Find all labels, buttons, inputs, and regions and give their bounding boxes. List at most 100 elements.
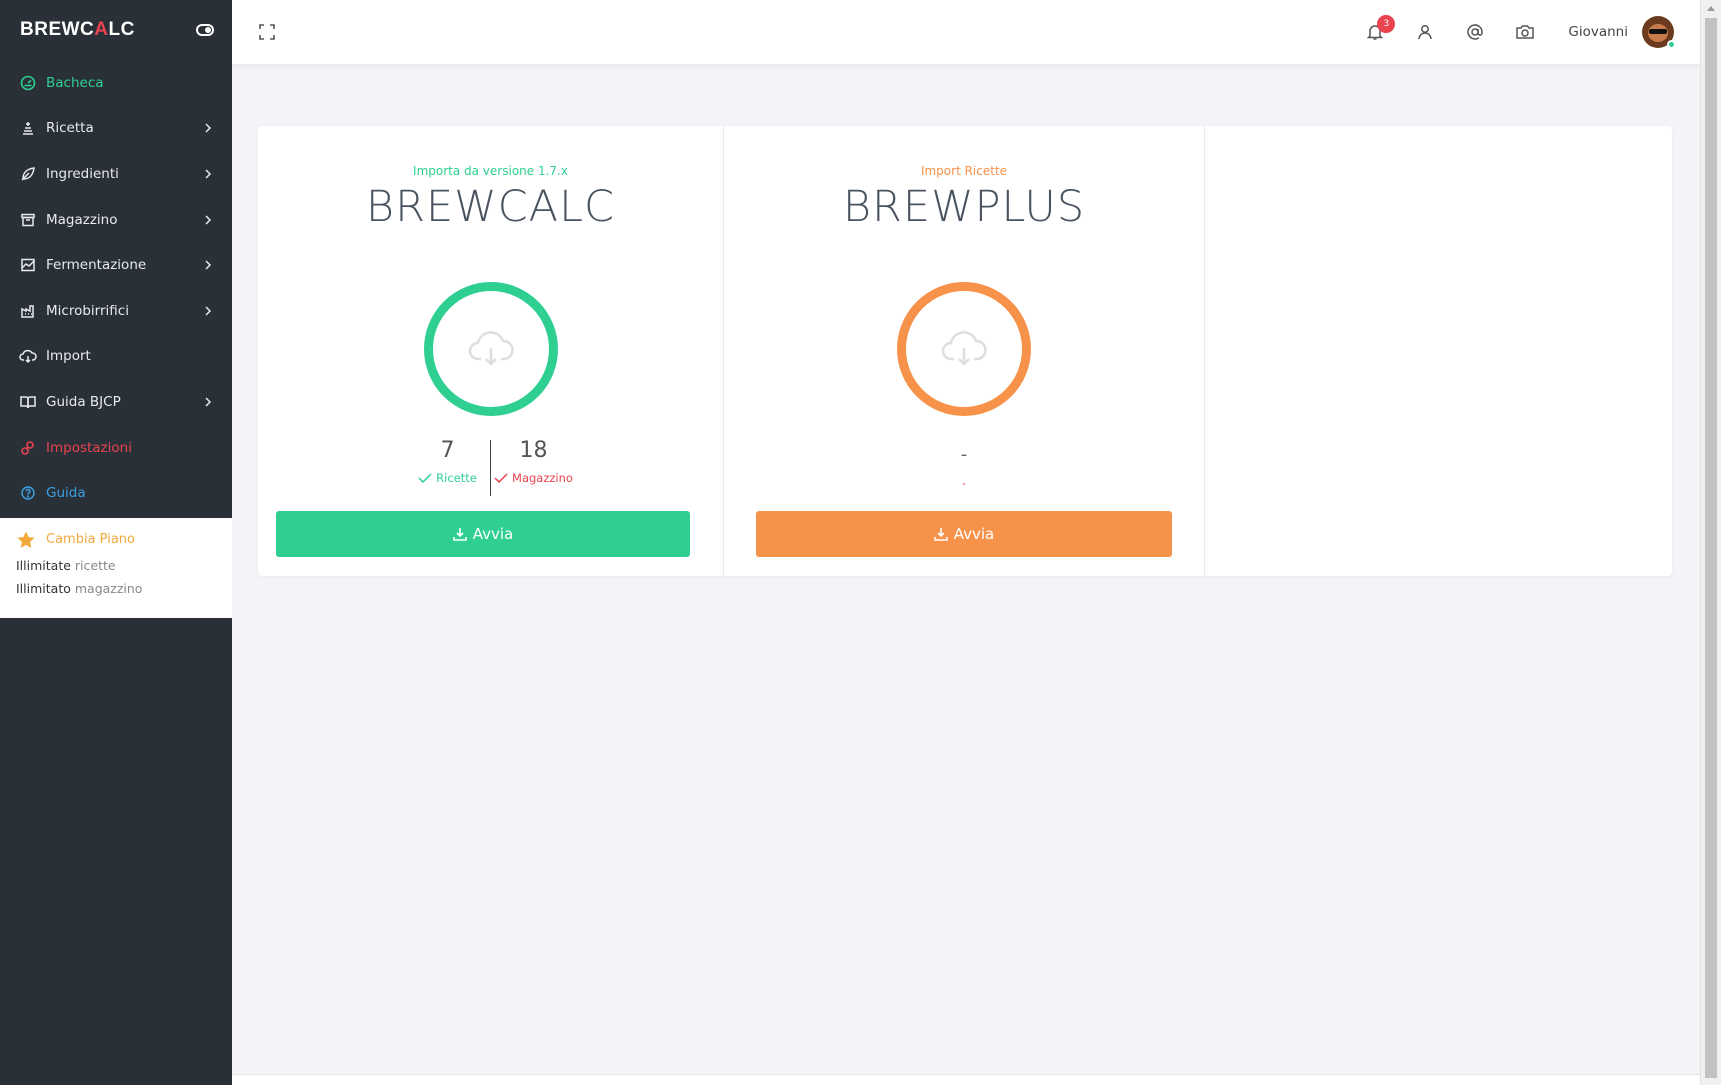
user-name[interactable]: Giovanni [1568, 24, 1628, 40]
brewcalc-progress-ring [423, 282, 558, 416]
brewplus-stat-label: - [962, 477, 966, 490]
empty-panel [1205, 126, 1672, 576]
brewplus-start-label: Avvia [953, 525, 995, 543]
screenshot-button[interactable] [1500, 12, 1550, 52]
fullscreen-icon[interactable] [258, 23, 276, 41]
brewcalc-import-panel: Importa da versione 1.7.x BREWCALC 7 Ric… [258, 126, 724, 576]
logo-text-end: LC [108, 19, 135, 40]
brewcalc-start-label: Avvia [472, 525, 514, 543]
sidebar-item-magazzino[interactable]: Magazzino [0, 197, 232, 243]
at-sign-icon [1467, 24, 1484, 40]
warehouse-stat: 18 Magazzino [491, 438, 576, 496]
logo-text-start: BREWC [20, 19, 95, 40]
notifications-button[interactable]: 3 [1350, 12, 1400, 52]
sidebar-item-impostazioni[interactable]: Impostazioni [0, 425, 232, 471]
import-card: Importa da versione 1.7.x BREWCALC 7 Ric… [258, 126, 1672, 576]
sidebar-item-label: Microbirrifici [46, 302, 129, 319]
mentions-button[interactable] [1450, 12, 1500, 52]
sidebar-item-label: Import [46, 348, 91, 365]
sidebar-item-label: Ricetta [46, 120, 94, 137]
camera-icon [1516, 25, 1535, 39]
topbar-actions: 3 Giovanni [1350, 12, 1676, 52]
chevron-right-icon [202, 122, 214, 134]
topbar: 3 Giovanni [232, 0, 1700, 64]
page-scrollbar[interactable] [1700, 0, 1721, 1085]
scrollbar-thumb[interactable] [1705, 18, 1717, 1078]
chevron-right-icon [202, 168, 214, 180]
sidebar: BREWCALC Bacheca Ricetta Ingredienti Mag… [0, 0, 232, 1085]
change-plan-link[interactable]: Cambia Piano [16, 530, 218, 550]
sidebar-item-label: Impostazioni [46, 439, 132, 456]
chart-area-icon [18, 255, 38, 275]
user-avatar-button[interactable] [1642, 16, 1676, 49]
change-plan-label: Cambia Piano [46, 532, 135, 548]
check-icon [494, 473, 508, 483]
sidebar-item-bacheca[interactable]: Bacheca [0, 60, 232, 106]
chevron-right-icon [202, 259, 214, 271]
plan-warehouse-value: Illimitato [16, 580, 71, 596]
factory-icon [18, 301, 38, 321]
cloud-download-icon [941, 331, 987, 366]
recipes-stat-label: Ricette [405, 471, 490, 485]
logo-text-accent: A [94, 19, 109, 40]
profile-button[interactable] [1400, 12, 1450, 52]
chevron-right-icon [202, 305, 214, 317]
sidebar-item-microbirrifici[interactable]: Microbirrifici [0, 288, 232, 334]
sidebar-item-guida-bjcp[interactable]: Guida BJCP [0, 379, 232, 425]
sidebar-item-guida[interactable]: Guida [0, 470, 232, 516]
plan-warehouse-line: Illimitato magazzino [16, 581, 218, 596]
sidebar-item-fermentazione[interactable]: Fermentazione [0, 242, 232, 288]
app-logo[interactable]: BREWCALC [20, 19, 135, 41]
cloud-download-icon [18, 346, 38, 366]
recipes-count: 7 [440, 438, 455, 463]
sidebar-item-label: Guida BJCP [46, 393, 121, 410]
brewplus-title: BREWPLUS [842, 182, 1086, 232]
brewplus-progress-ring [897, 282, 1031, 416]
brewcalc-stats: 7 Ricette 18 Magazzino [258, 438, 723, 496]
plan-box: Cambia Piano Illimitate ricette Illimita… [0, 517, 232, 618]
sidebar-item-label: Bacheca [46, 74, 104, 91]
sidebar-item-ricetta[interactable]: Ricetta [0, 106, 232, 152]
settings-icon [18, 438, 38, 458]
dashboard-icon [18, 73, 38, 93]
brewplus-subtitle: Import Ricette [920, 164, 1008, 178]
plan-recipes-label: ricette [74, 557, 116, 573]
user-icon [1418, 25, 1433, 40]
brand-bar: BREWCALC [0, 0, 232, 60]
scroll-up-arrow-icon[interactable] [1707, 6, 1715, 11]
recipes-label-text: Ricette [436, 471, 477, 485]
help-icon [18, 483, 38, 503]
warehouse-stat-label: Magazzino [491, 471, 576, 485]
plan-recipes-value: Illimitate [16, 557, 71, 573]
brewplus-start-button[interactable]: Avvia [756, 511, 1172, 557]
star-icon [17, 531, 35, 548]
book-icon [18, 392, 38, 412]
cloud-download-icon [468, 331, 514, 366]
download-icon [933, 528, 948, 541]
recipes-stat: 7 Ricette [405, 438, 490, 496]
warehouse-label-text: Magazzino [512, 471, 573, 485]
sidebar-item-label: Guida [46, 485, 86, 502]
check-icon [418, 473, 432, 483]
plan-recipes-line: Illimitate ricette [16, 558, 218, 573]
leaf-icon [18, 164, 38, 184]
sidebar-item-import[interactable]: Import [0, 334, 232, 380]
recipe-icon [18, 118, 38, 138]
brewcalc-start-button[interactable]: Avvia [276, 511, 690, 557]
chevron-right-icon [202, 396, 214, 408]
sidebar-nav: Bacheca Ricetta Ingredienti Magazzino Fe… [0, 60, 232, 516]
sidebar-item-ingredienti[interactable]: Ingredienti [0, 151, 232, 197]
online-status-dot [1667, 40, 1676, 49]
footer [232, 1074, 1700, 1085]
notification-count-badge: 3 [1377, 15, 1396, 33]
brewcalc-title: BREWCALC [365, 182, 616, 232]
brewplus-stat-value: - [960, 444, 968, 465]
brewcalc-subtitle: Importa da versione 1.7.x [413, 164, 568, 178]
chevron-right-icon [202, 214, 214, 226]
sidebar-toggle-icon[interactable] [196, 24, 214, 36]
download-icon [452, 528, 467, 541]
plan-warehouse-label: magazzino [74, 580, 143, 596]
brewplus-import-panel: Import Ricette BREWPLUS - - Avvia [724, 126, 1205, 576]
archive-icon [18, 210, 38, 230]
warehouse-count: 18 [519, 438, 548, 463]
